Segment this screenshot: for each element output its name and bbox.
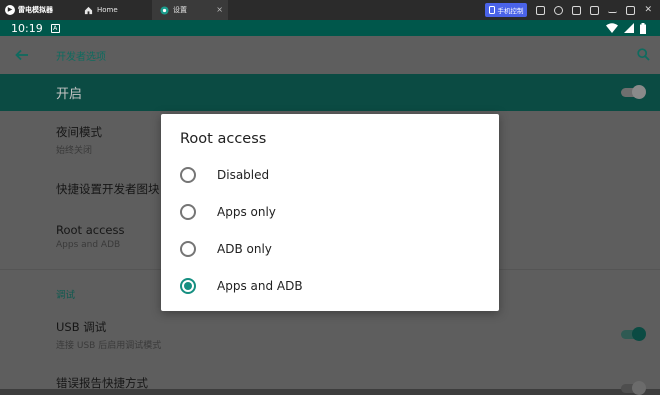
minimize-icon[interactable]	[608, 7, 618, 13]
signal-icon	[624, 23, 634, 33]
notification-a-icon: A	[50, 23, 60, 33]
page-title: 开发者选项	[56, 51, 106, 63]
tab-home[interactable]: Home	[76, 0, 152, 20]
usb-toggle-knob	[632, 327, 646, 341]
menu-icon[interactable]	[572, 5, 582, 15]
tab-settings[interactable]: 设置 ×	[152, 0, 228, 20]
master-toggle[interactable]	[618, 85, 646, 99]
pref-usb-debugging[interactable]: USB 调试 连接 USB 后启用调试模式	[56, 319, 161, 351]
app-bar: 开发者选项	[0, 36, 660, 74]
search-icon	[637, 47, 650, 61]
option-apps-and-adb[interactable]: Apps and ADB	[161, 267, 499, 304]
radio-button[interactable]	[180, 240, 196, 257]
status-time: 10:19	[11, 21, 43, 35]
pref-quick-tiles[interactable]: 快捷设置开发者图块	[56, 181, 160, 197]
pref-title: 快捷设置开发者图块	[56, 182, 160, 196]
close-window-icon[interactable]: ✕	[644, 5, 652, 15]
pref-summary: 连接 USB 后启用调试模式	[56, 341, 162, 351]
phone-icon	[489, 6, 496, 14]
option-label: Apps and ADB	[217, 278, 303, 293]
usb-debugging-toggle[interactable]	[618, 327, 646, 341]
master-switch-label: 开启	[56, 87, 83, 102]
wifi-icon	[606, 23, 618, 33]
maximize-icon[interactable]	[626, 5, 636, 15]
pref-summary: 始终关闭	[56, 146, 93, 156]
battery-icon	[640, 22, 646, 34]
pref-summary: Apps and ADB	[56, 240, 121, 250]
option-disabled[interactable]: Disabled	[161, 156, 499, 193]
radio-button-selected[interactable]	[180, 277, 196, 294]
section-header-debug: 调试	[56, 290, 76, 301]
emulator-logo-icon: ▶	[5, 5, 15, 15]
option-adb-only[interactable]: ADB only	[161, 230, 499, 267]
arrow-back-icon	[15, 49, 28, 61]
master-toggle-knob	[632, 85, 646, 99]
account-icon[interactable]	[554, 5, 564, 15]
screen-icon[interactable]	[590, 5, 600, 15]
emulator-logo: ▶ 雷电模拟器	[0, 0, 76, 20]
close-tab-icon[interactable]: ×	[216, 5, 223, 15]
radio-button[interactable]	[180, 203, 196, 220]
pref-title: Root access	[56, 223, 125, 237]
tab-settings-label: 设置	[173, 6, 187, 14]
bug-report-toggle[interactable]	[618, 381, 646, 395]
option-label: ADB only	[217, 241, 272, 256]
option-label: Apps only	[217, 204, 276, 219]
tab-home-label: Home	[97, 6, 118, 14]
radio-button[interactable]	[180, 166, 196, 183]
phone-control-label: 手机控制	[497, 7, 524, 15]
option-apps-only[interactable]: Apps only	[161, 193, 499, 230]
emulator-title-bar: ▶ 雷电模拟器 Home 设置 × 手机控制 ✕	[0, 0, 660, 20]
search-button[interactable]	[637, 46, 650, 65]
pref-root-access[interactable]: Root access Apps and ADB	[56, 223, 124, 250]
bug-report-toggle-knob	[632, 381, 646, 395]
emulator-brand: 雷电模拟器	[18, 6, 53, 14]
master-switch-bar[interactable]: 开启	[0, 74, 660, 111]
option-label: Disabled	[217, 167, 270, 182]
home-icon	[84, 6, 93, 14]
dialog-title: Root access	[180, 131, 267, 147]
gamepad-icon[interactable]	[536, 5, 546, 15]
pref-title: USB 调试	[56, 320, 107, 334]
pref-night-mode[interactable]: 夜间模式 始终关闭	[56, 124, 102, 156]
root-access-dialog: Root access Disabled Apps only ADB only …	[161, 114, 499, 311]
android-status-bar: 10:19 A	[0, 20, 660, 36]
settings-app-icon	[160, 5, 169, 15]
phone-control-button[interactable]: 手机控制	[485, 3, 528, 17]
back-button[interactable]	[0, 49, 44, 61]
pref-title: 夜间模式	[56, 125, 102, 139]
